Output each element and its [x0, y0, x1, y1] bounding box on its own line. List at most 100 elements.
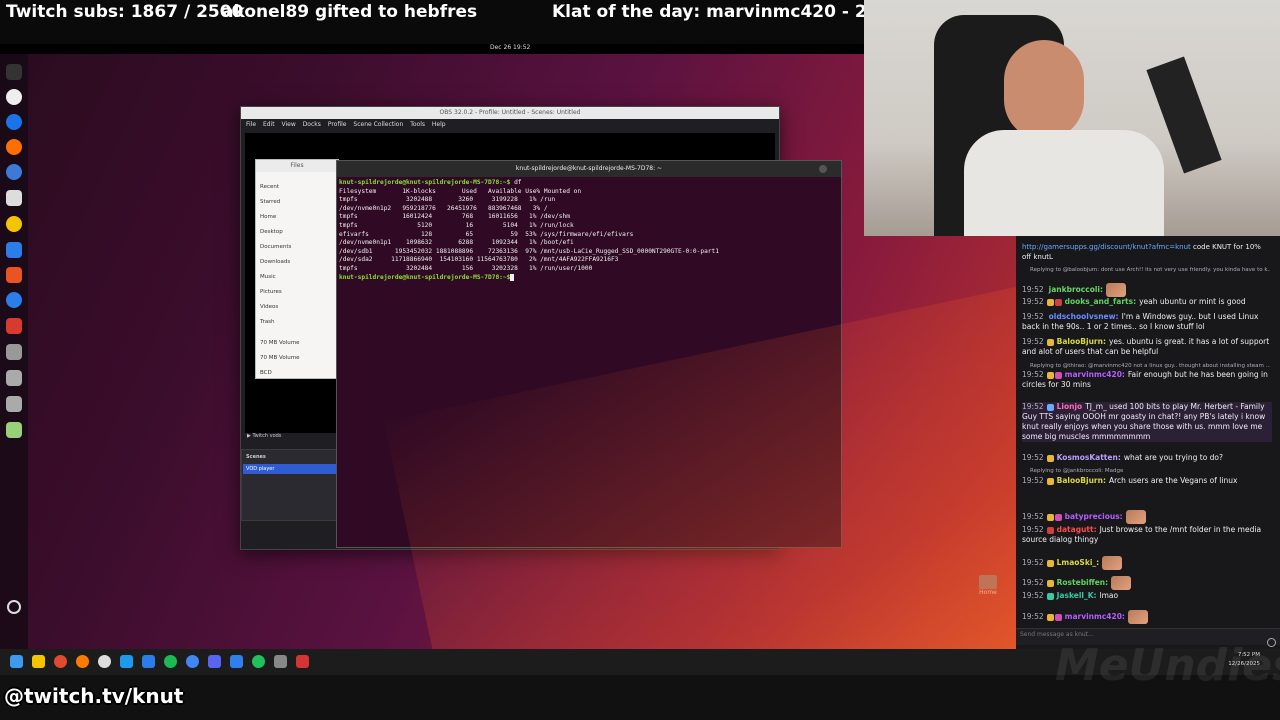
- menu-docks[interactable]: Docks: [303, 119, 321, 131]
- sub-badge-icon: [1046, 477, 1054, 485]
- windows-start-icon[interactable]: [10, 655, 23, 668]
- files-item-recent[interactable]: Recent: [260, 184, 279, 190]
- close-icon[interactable]: [819, 165, 827, 173]
- writer-icon[interactable]: [6, 242, 22, 258]
- chat-timestamp: 19:52: [1022, 612, 1044, 621]
- app-icon[interactable]: [142, 655, 155, 668]
- sub-badge-icon: [1046, 338, 1054, 346]
- settings-button[interactable]: Settings: [689, 521, 773, 531]
- chat-timestamp: 19:52: [1022, 453, 1044, 462]
- steam-icon[interactable]: [120, 655, 133, 668]
- files-item-pictures[interactable]: Pictures: [260, 289, 282, 295]
- chat-timestamp: 19:52: [1022, 525, 1044, 534]
- terminal-title[interactable]: knut-spildrejorde@knut-spildrejorde-MS-7…: [337, 161, 841, 177]
- obs-source-name: Twitch vods: [252, 433, 282, 439]
- chat-username[interactable]: oldschoolvsnew:: [1049, 312, 1119, 321]
- home-folder-icon[interactable]: Home: [977, 575, 999, 603]
- reply-context: Replying to @jankbroccoli: Madge: [1030, 468, 1124, 474]
- help-icon[interactable]: [6, 292, 22, 308]
- explorer-icon[interactable]: [32, 655, 45, 668]
- files-item-desktop[interactable]: Desktop: [260, 229, 283, 235]
- chat-username[interactable]: dooks_and_farts:: [1065, 297, 1136, 306]
- df-line: tmpfs 3202488 3260 3199228 1% /run: [339, 196, 556, 204]
- chat-timestamp: 19:52: [1022, 591, 1044, 600]
- sub-badge-icon: [1046, 454, 1054, 462]
- chat-message: 19:52 LmaoSki_:: [1022, 556, 1272, 570]
- sponsor-logo: MeUndies: [1055, 640, 1280, 691]
- trash-icon[interactable]: [6, 422, 22, 438]
- obs-icon[interactable]: [98, 655, 111, 668]
- files-item-volume-1[interactable]: 70 MB Volume: [260, 340, 299, 346]
- drive-icon[interactable]: [6, 370, 22, 386]
- files-item-bcd[interactable]: BCD: [260, 370, 272, 376]
- chat-username[interactable]: Rostebiffen:: [1057, 578, 1109, 587]
- files-item-downloads[interactable]: Downloads: [260, 259, 290, 265]
- menu-file[interactable]: File: [246, 119, 256, 131]
- menu-tools[interactable]: Tools: [410, 119, 425, 131]
- chat-username[interactable]: BalooBjurn:: [1057, 476, 1106, 485]
- chat-username[interactable]: jankbroccoli:: [1049, 285, 1103, 294]
- chromium-icon[interactable]: [6, 114, 22, 130]
- chat-username[interactable]: LmaoSki_:: [1057, 558, 1100, 567]
- obs-source-label[interactable]: ▶ Twitch vods: [247, 433, 281, 439]
- disk-icon[interactable]: [6, 344, 22, 360]
- chat-message: 19:52 dooks_and_farts: yeah ubuntu or mint…: [1022, 297, 1272, 307]
- chat-username[interactable]: KosmosKatten:: [1057, 453, 1121, 462]
- anydesk-icon[interactable]: [6, 318, 22, 334]
- chat-timestamp: 19:52: [1022, 402, 1044, 411]
- terminal-prompt: knut-spildrejorde@knut-spildrejorde-MS-7…: [339, 179, 511, 186]
- show-apps-icon[interactable]: [7, 600, 21, 614]
- files-item-videos[interactable]: Videos: [260, 304, 278, 310]
- files-item-documents[interactable]: Documents: [260, 244, 291, 250]
- twitch-url-watermark: @twitch.tv/knut: [4, 684, 184, 708]
- files-item-starred[interactable]: Starred: [260, 199, 280, 205]
- chat-username[interactable]: Jaskell_K:: [1057, 591, 1097, 600]
- files-item-trash[interactable]: Trash: [260, 319, 275, 325]
- spotify-icon[interactable]: [164, 655, 177, 668]
- obs-title-bar[interactable]: OBS 32.0.2 - Profile: Untitled - Scenes:…: [241, 107, 779, 119]
- menu-scene-collection[interactable]: Scene Collection: [353, 119, 403, 131]
- discord-icon[interactable]: [208, 655, 221, 668]
- obs-icon[interactable]: [6, 89, 22, 105]
- thunderbird-icon[interactable]: [6, 164, 22, 180]
- files-title[interactable]: Files: [256, 160, 338, 172]
- chat-username[interactable]: Lionjo: [1057, 402, 1083, 411]
- bits-badge-icon: [1054, 298, 1062, 306]
- studio-mode-button[interactable]: Studio Mode: [689, 507, 773, 517]
- df-line: /dev/nvme0n1p1 1098632 6288 1092344 1% /…: [339, 239, 574, 247]
- twitch-chat: http://gamersupps.gg/discount/knut?afmc=…: [1016, 236, 1280, 650]
- firefox-icon[interactable]: [76, 655, 89, 668]
- brave-icon[interactable]: [54, 655, 67, 668]
- files-item-home[interactable]: Home: [260, 214, 276, 220]
- chat-text: Arch users are the Vegans of linux: [1108, 476, 1238, 485]
- rhythmbox-icon[interactable]: [6, 216, 22, 232]
- chat-username[interactable]: BalooBjurn:: [1057, 337, 1106, 346]
- menu-help[interactable]: Help: [432, 119, 446, 131]
- chat-username[interactable]: batyprecious:: [1065, 512, 1123, 521]
- app-icon-5[interactable]: [296, 655, 309, 668]
- menu-profile[interactable]: Profile: [328, 119, 347, 131]
- drive-icon-2[interactable]: [6, 396, 22, 412]
- terminal-window[interactable]: knut-spildrejorde@knut-spildrejorde-MS-7…: [336, 160, 842, 548]
- menu-edit[interactable]: Edit: [263, 119, 275, 131]
- files-icon[interactable]: [6, 190, 22, 206]
- chat-username[interactable]: marvinmc420:: [1065, 612, 1125, 621]
- scene-item-vod-player[interactable]: VOD player: [243, 464, 336, 474]
- chat-text: lmao: [1099, 591, 1119, 600]
- chrome-icon[interactable]: [186, 655, 199, 668]
- app-icon-2[interactable]: [230, 655, 243, 668]
- chat-username[interactable]: datagutt:: [1057, 525, 1097, 534]
- terminal-icon[interactable]: [6, 64, 22, 80]
- app-icon-4[interactable]: [274, 655, 287, 668]
- scenes-header: Scenes: [246, 454, 266, 460]
- app-center-icon[interactable]: [6, 267, 22, 283]
- app-icon-3[interactable]: [252, 655, 265, 668]
- files-item-music[interactable]: Music: [260, 274, 276, 280]
- chat-link[interactable]: http://gamersupps.gg/discount/knut?afmc=…: [1022, 243, 1191, 251]
- menu-view[interactable]: View: [282, 119, 296, 131]
- desktop-clock[interactable]: Dec 26 19:52: [490, 44, 530, 51]
- firefox-icon[interactable]: [6, 139, 22, 155]
- files-item-volume-2[interactable]: 70 MB Volume: [260, 355, 299, 361]
- terminal-output: knut-spildrejorde@knut-spildrejorde-MS-7…: [339, 179, 837, 282]
- chat-username[interactable]: marvinmc420:: [1065, 370, 1125, 379]
